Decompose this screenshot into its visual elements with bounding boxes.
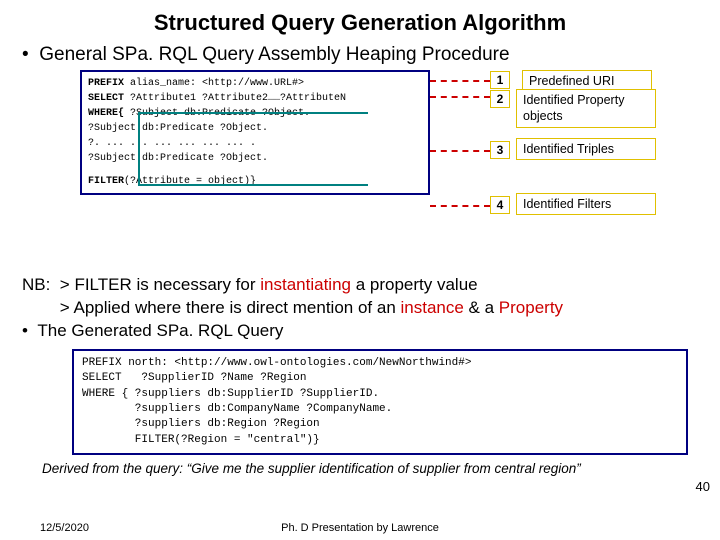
num-4: 4 <box>490 196 510 214</box>
derived-from: Derived from the query: “Give me the sup… <box>0 455 720 476</box>
page-number: 40 <box>696 479 710 494</box>
bracket-h1 <box>138 112 368 114</box>
code-diagram: PREFIX alias_name: <http://www.URL#> SEL… <box>80 70 680 268</box>
bullet-general: • General SPa. RQL Query Assembly Heapin… <box>0 36 720 70</box>
num-1: 1 <box>490 71 510 89</box>
generated-query-box: PREFIX north: <http://www.owl-ontologies… <box>72 349 688 455</box>
label-identified-triples: Identified Triples <box>516 138 656 160</box>
footer-presentation: Ph. D Presentation by Lawrence <box>0 522 720 534</box>
connector-1 <box>430 80 490 82</box>
bracket-vline <box>138 112 140 184</box>
num-3: 3 <box>490 141 510 159</box>
connector-4 <box>430 205 490 207</box>
label-property-objects: Identified Property objects <box>516 89 656 128</box>
bracket-h2 <box>138 184 368 186</box>
nb-block: NB: > FILTER is necessary for instantiat… <box>0 268 720 345</box>
code-template-box: PREFIX alias_name: <http://www.URL#> SEL… <box>80 70 430 195</box>
connector-2 <box>430 96 490 98</box>
num-2: 2 <box>490 90 510 108</box>
slide-title: Structured Query Generation Algorithm <box>0 0 720 36</box>
connector-3 <box>430 150 490 152</box>
label-identified-filters: Identified Filters <box>516 193 656 215</box>
